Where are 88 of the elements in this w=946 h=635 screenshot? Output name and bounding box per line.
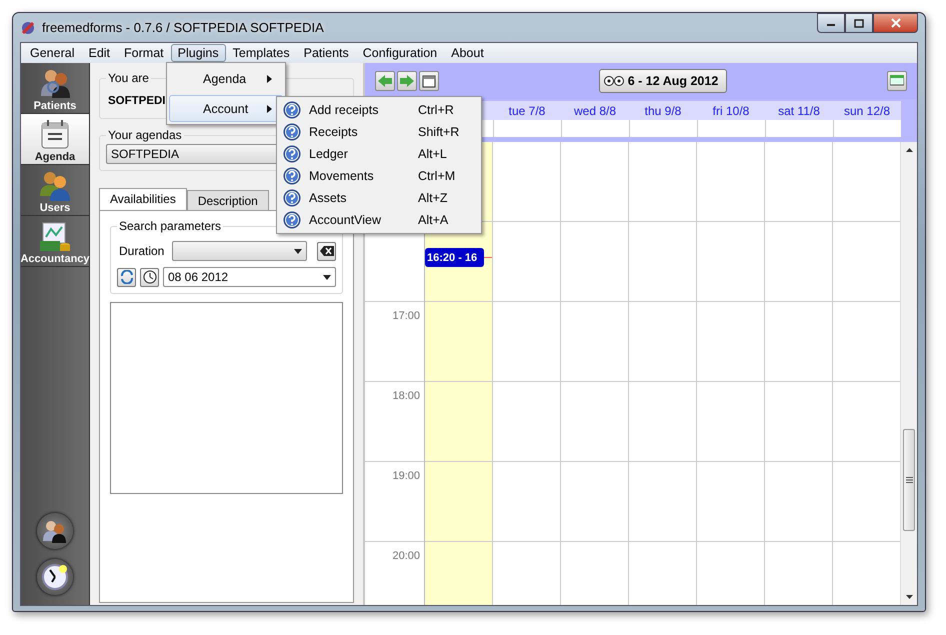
day-header: thu 9/8 (629, 101, 697, 120)
current-time-line (484, 257, 492, 258)
close-button[interactable] (873, 13, 918, 33)
menu-item[interactable]: About (444, 44, 491, 62)
left-arrow-icon (378, 75, 392, 87)
menu-item[interactable]: Patients (296, 44, 356, 62)
right-arrow-icon (400, 75, 414, 87)
help-icon (283, 123, 301, 141)
window-title: freemedforms - 0.7.6 / SOFTPEDIA SOFTPEDIA (42, 20, 325, 35)
clock-button[interactable] (37, 559, 73, 595)
duration-combo[interactable] (172, 241, 307, 261)
down-arrow-icon[interactable] (906, 595, 912, 599)
sidebar-item[interactable]: Users (21, 165, 89, 216)
help-icon (283, 189, 301, 207)
you-are-label: You are (107, 71, 150, 85)
clock-icon (41, 563, 69, 591)
all-day-cell[interactable] (561, 120, 629, 137)
week-selector-button[interactable]: 6 - 12 Aug 2012 (598, 69, 728, 93)
caret-icon (294, 248, 302, 254)
app-logo-icon (20, 20, 36, 36)
time-label: 18:00 (392, 390, 420, 402)
time-label: 19:00 (392, 470, 420, 482)
submenu-arrow-icon (267, 104, 272, 112)
view-mode-button[interactable] (887, 71, 907, 91)
tab[interactable]: Description (186, 190, 269, 211)
day-column[interactable] (561, 142, 629, 605)
date-combo[interactable]: 08 06 2012 (163, 267, 336, 287)
eyes-icon (604, 75, 624, 87)
menu-item[interactable]: Plugins (170, 44, 226, 62)
all-day-cell[interactable] (697, 120, 765, 137)
time-label: 17:00 (392, 310, 420, 322)
menu-item[interactable]: Agenda (169, 65, 283, 92)
clock-button[interactable] (140, 268, 159, 286)
day-column[interactable] (629, 142, 697, 605)
menu-item[interactable]: Format (117, 44, 171, 62)
day-column[interactable] (493, 142, 561, 605)
agendas-label: Your agendas (107, 128, 183, 142)
caret-icon (323, 274, 331, 280)
menu-item[interactable]: Configuration (356, 44, 444, 62)
menu-item[interactable]: Receipts Shift+R (279, 121, 479, 143)
menu-item[interactable]: Templates (226, 44, 297, 62)
day-header: wed 8/8 (561, 101, 629, 120)
menu-item[interactable]: Edit (81, 44, 118, 62)
today-button[interactable] (419, 71, 439, 91)
vertical-scrollbar[interactable] (900, 142, 917, 605)
maximize-icon (854, 18, 864, 28)
grip-icon (906, 477, 912, 483)
maximize-button[interactable] (845, 13, 873, 33)
close-icon (890, 18, 900, 28)
day-header: sat 11/8 (765, 101, 833, 120)
duration-label: Duration (119, 244, 164, 258)
window-icon (890, 75, 904, 87)
day-column[interactable] (697, 142, 765, 605)
clear-button[interactable] (317, 242, 336, 260)
help-icon (283, 101, 301, 119)
day-header: fri 10/8 (697, 101, 765, 120)
sidebar-item[interactable]: Accountancy (21, 216, 89, 267)
all-day-cell[interactable] (765, 120, 833, 137)
all-day-cell[interactable] (629, 120, 697, 137)
appointment[interactable]: 16:20 - 16 (425, 248, 484, 267)
search-parameters-label: Search parameters (118, 219, 222, 233)
people-icon (41, 519, 69, 543)
menu-item[interactable]: General (23, 44, 82, 62)
menu-item[interactable]: Account (169, 95, 283, 122)
help-icon (283, 211, 301, 229)
sidebar-item[interactable]: Patients (21, 63, 89, 114)
all-day-cell[interactable] (833, 120, 901, 137)
day-header: sun 12/8 (833, 101, 901, 120)
day-header: tue 7/8 (493, 101, 561, 120)
help-icon (283, 145, 301, 163)
all-day-cell[interactable] (493, 120, 561, 137)
submenu-arrow-icon (267, 74, 272, 82)
day-column[interactable] (765, 142, 833, 605)
up-arrow-icon[interactable] (906, 148, 912, 152)
scroll-thumb[interactable] (903, 429, 915, 531)
previous-week-button[interactable] (375, 71, 395, 91)
clear-icon (320, 246, 334, 256)
tab[interactable]: Availabilities (99, 188, 187, 211)
clock-icon (142, 270, 156, 284)
time-label: 20:00 (392, 550, 420, 562)
user-name: SOFTPEDI (108, 95, 166, 107)
calendar-icon (422, 74, 436, 88)
sidebar-item[interactable]: Agenda (21, 114, 89, 165)
help-icon (283, 167, 301, 185)
users-button[interactable] (37, 513, 73, 549)
refresh-icon (120, 270, 134, 284)
refresh-button[interactable] (117, 268, 136, 286)
minimize-button[interactable] (817, 13, 845, 33)
